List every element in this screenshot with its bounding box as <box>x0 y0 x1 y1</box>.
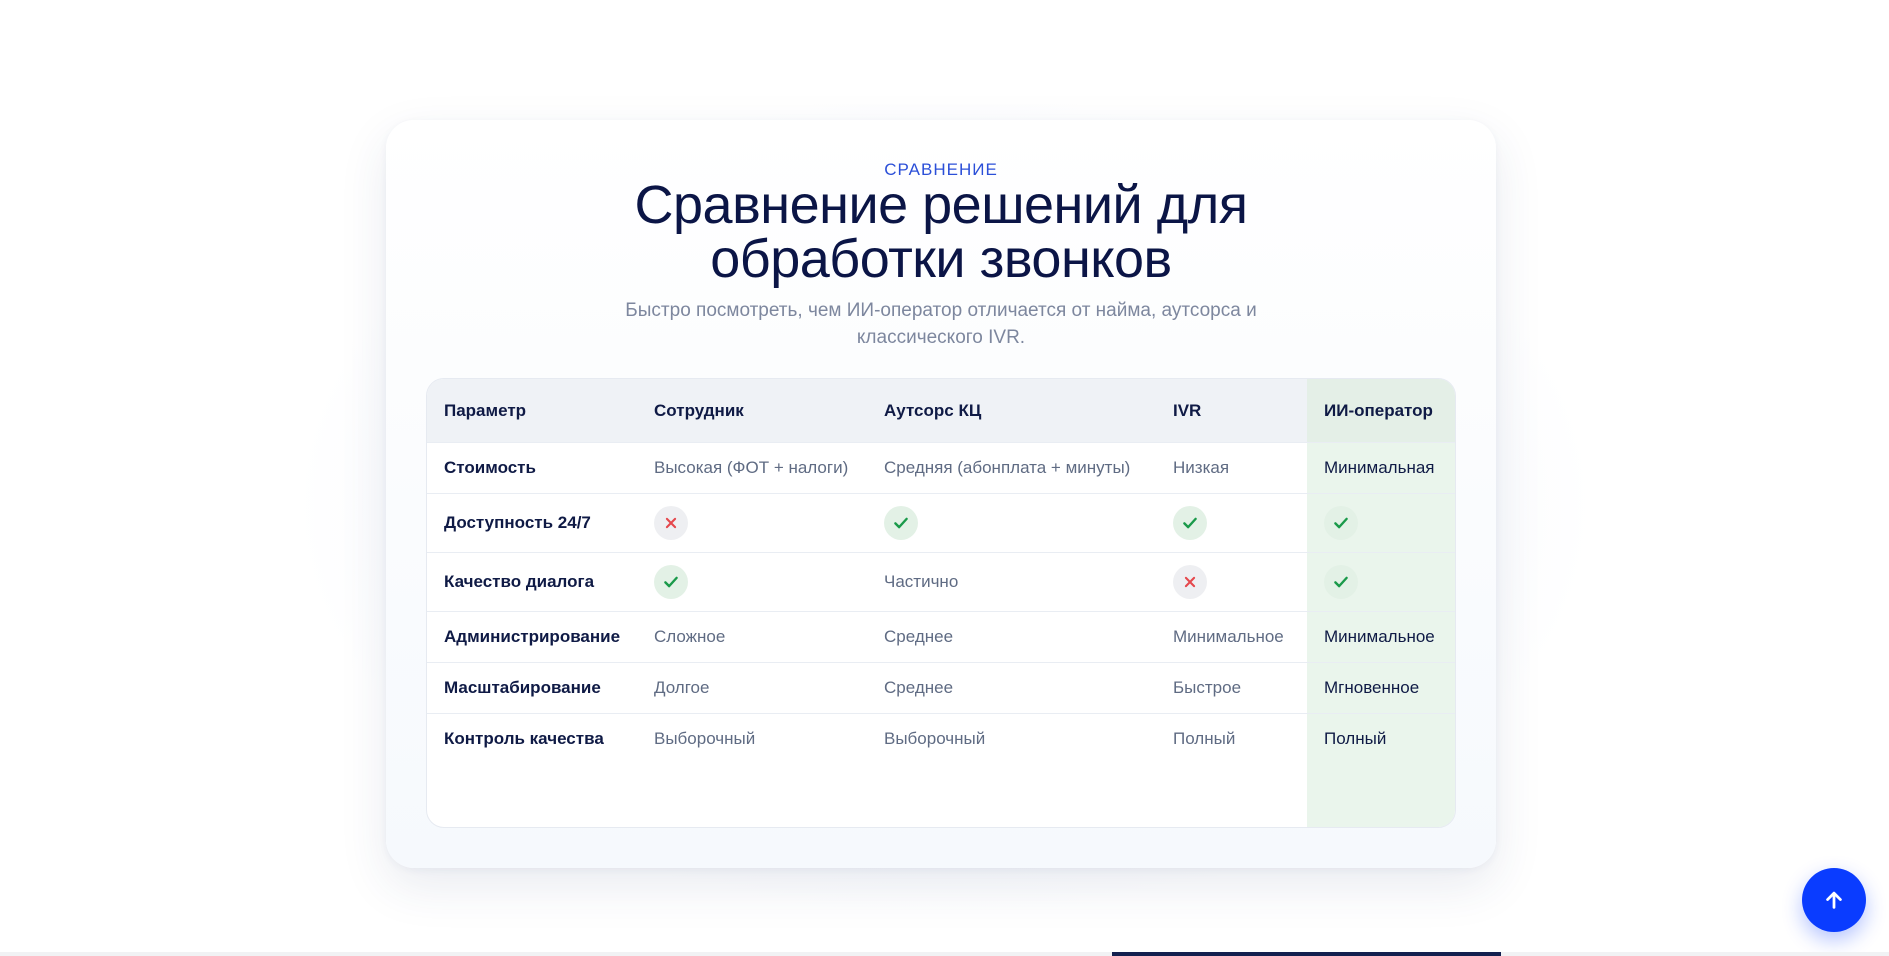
cell-ivr: Полный <box>1173 728 1236 748</box>
cell-employee: Долгое <box>654 677 710 697</box>
cell-employee: Сложное <box>654 626 726 646</box>
row-parameter-label: Администрирование <box>444 626 621 646</box>
header-employee: Сотрудник <box>654 400 744 420</box>
section-title-line-2: обработки звонков <box>710 229 1172 289</box>
cell-ai-operator: Минимальное <box>1324 626 1435 646</box>
table-header-row: Параметр Сотрудник Аутсорс КЦ IVR ИИ-опе… <box>427 379 1455 443</box>
cell-employee <box>654 493 688 552</box>
section-subtitle: Быстро посмотреть, чем ИИ-оператор отлич… <box>625 300 1257 348</box>
cell-ai-operator <box>1324 552 1358 611</box>
table-row: Доступность 24/7 <box>427 493 1455 553</box>
check-icon <box>894 517 908 528</box>
cell-ivr: Быстрое <box>1173 677 1242 697</box>
cell-employee: Выборочный <box>654 728 756 748</box>
header-outsource: Аутсорс КЦ <box>884 400 982 420</box>
cell-outsource: Средняя (абонплата + минуты) <box>884 457 1131 477</box>
next-section-dark-edge <box>1112 952 1501 956</box>
check-badge <box>1173 505 1207 540</box>
cell-ivr <box>1173 493 1207 552</box>
cross-badge <box>654 505 688 540</box>
check-badge <box>1324 505 1358 540</box>
table-row: Стоимость Высокая (ФОТ + налоги) Средняя (… <box>427 442 1455 494</box>
row-parameter-label: Контроль качества <box>444 728 604 748</box>
cross-icon <box>1184 576 1196 587</box>
header-ivr: IVR <box>1173 400 1202 420</box>
cell-outsource: Среднее <box>884 677 954 697</box>
row-parameter-label: Доступность 24/7 <box>444 512 591 532</box>
scroll-to-top-button[interactable] <box>1802 868 1866 932</box>
cell-ivr: Низкая <box>1173 457 1230 477</box>
cell-outsource <box>884 493 918 552</box>
check-icon <box>664 576 678 587</box>
table-row: Масштабирование Долгое Среднее Быстрое Мгнов… <box>427 662 1455 714</box>
table-row: Администрирование Сложное Среднее Минимальн… <box>427 611 1455 663</box>
cell-employee: Высокая (ФОТ + налоги) <box>654 457 849 477</box>
check-icon <box>1334 576 1348 587</box>
cross-icon <box>665 517 677 528</box>
cross-badge <box>1173 564 1207 599</box>
cell-ivr <box>1173 552 1207 611</box>
header-parameter: Параметр <box>444 400 527 420</box>
cell-ai-operator: Полный <box>1324 728 1387 748</box>
section-title-line-1: Сравнение решений для <box>634 175 1248 235</box>
cell-employee <box>654 552 688 611</box>
table-row: Контроль качества Выборочный Выборочный Пол… <box>427 713 1455 764</box>
check-icon <box>1183 517 1197 528</box>
check-badge <box>1324 564 1358 599</box>
row-parameter-label: Качество диалога <box>444 571 595 591</box>
cell-ai-operator <box>1324 493 1358 552</box>
cell-outsource: Среднее <box>884 626 954 646</box>
cell-outsource: Частично <box>884 571 959 591</box>
cell-ai-operator: Мгновенное <box>1324 677 1420 697</box>
arrow-up-icon <box>1826 891 1842 909</box>
table-row: Качество диалога Частично <box>427 552 1455 612</box>
row-parameter-label: Стоимость <box>444 457 536 477</box>
comparison-table: Параметр Сотрудник Аутсорс КЦ IVR ИИ-опе… <box>426 378 1456 828</box>
next-section-edge <box>0 952 1889 956</box>
cell-outsource: Выборочный <box>884 728 986 748</box>
comparison-card: СРАВНЕНИЕ Сравнение решений для обработк… <box>386 120 1496 868</box>
check-badge <box>884 505 918 540</box>
cell-ai-operator: Минимальная <box>1324 457 1435 477</box>
header-ai-operator: ИИ-оператор <box>1324 400 1433 420</box>
check-badge <box>654 564 688 599</box>
cell-ivr: Минимальное <box>1173 626 1284 646</box>
check-icon <box>1334 517 1348 528</box>
row-parameter-label: Масштабирование <box>444 677 601 697</box>
section-title: Сравнение решений для обработки звонков <box>386 178 1496 286</box>
